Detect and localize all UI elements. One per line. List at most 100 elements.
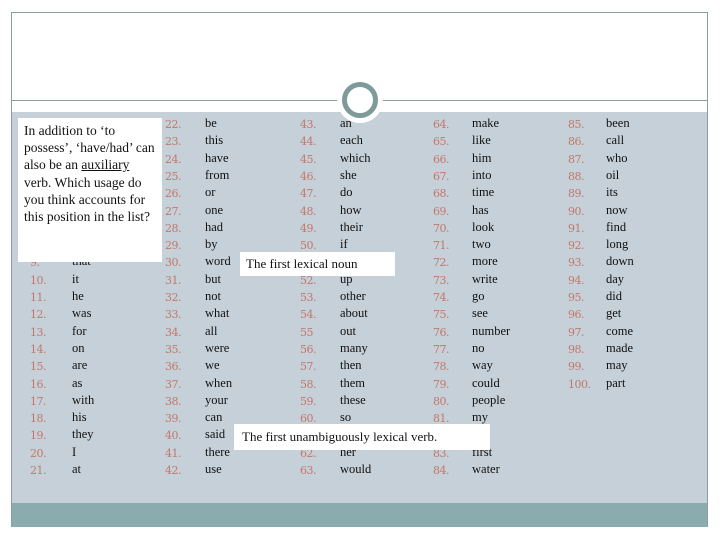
word-entry: made — [606, 340, 634, 355]
rank-number: 50. — [300, 239, 317, 253]
word-entry: two — [472, 237, 491, 252]
word-entry: which — [340, 150, 371, 165]
rank-number: 23. — [165, 135, 182, 149]
rank-number: 30. — [165, 256, 182, 270]
rank-number: 34. — [165, 325, 182, 339]
word-entry: he — [72, 289, 84, 303]
rank-number: 55 — [300, 325, 314, 339]
word-entry: for — [72, 323, 87, 338]
word-entry: make — [472, 116, 500, 130]
word-entry: down — [606, 254, 634, 269]
word-entry: call — [606, 133, 625, 148]
word-entry: come — [606, 323, 634, 338]
rank-number: 59. — [300, 394, 317, 408]
word-entry: no — [472, 340, 485, 355]
word-entry: she — [340, 167, 357, 182]
rank-number: 92. — [568, 239, 585, 253]
rank-number: 88. — [568, 169, 585, 183]
rank-number: 17. — [30, 394, 47, 408]
word-entry: I — [72, 444, 77, 459]
word-entry: would — [340, 462, 372, 476]
word-entry: my — [472, 410, 488, 425]
rank-number: 22. — [165, 118, 182, 131]
rank-number: 79. — [433, 377, 450, 391]
rank-number: 80. — [433, 394, 450, 408]
word-entry: this — [205, 133, 224, 148]
word-entry: them — [340, 375, 365, 390]
word-entry: one — [205, 202, 224, 217]
rank-number: 54. — [300, 308, 317, 322]
word-entry: their — [340, 219, 363, 234]
rank-number: 31. — [165, 273, 182, 287]
rank-number: 36. — [165, 360, 182, 374]
rank-number: 29. — [165, 239, 182, 253]
rank-number: 100. — [568, 377, 591, 391]
word-entry: word — [205, 254, 231, 269]
callout-first-lexical-noun: The first lexical noun — [240, 252, 395, 276]
word-entry: water — [472, 462, 500, 476]
rank-number: 89. — [568, 187, 585, 201]
callout-auxiliary-question: In addition to ‘to possess’, ‘have/had’ … — [18, 118, 162, 262]
rank-number: 40. — [165, 429, 182, 443]
word-entry: each — [340, 133, 363, 148]
rank-number: 91. — [568, 221, 585, 235]
word-entry: into — [472, 167, 492, 182]
word-entry: so — [340, 410, 352, 425]
word-entry: people — [472, 392, 506, 407]
word-entry: we — [205, 358, 220, 373]
rank-number: 90. — [568, 204, 585, 218]
rank-number: 42. — [165, 464, 182, 477]
rank-number: 12. — [30, 308, 47, 322]
word-entry: find — [606, 219, 627, 234]
word-entry: him — [472, 150, 492, 165]
rank-number: 64. — [433, 118, 450, 131]
word-entry: did — [606, 289, 622, 303]
word-entry: are — [72, 358, 88, 373]
word-entry: can — [205, 410, 223, 425]
rank-number: 41. — [165, 446, 182, 460]
word-entry: be — [205, 116, 217, 130]
rank-number: 15. — [30, 360, 47, 374]
rank-number: 86. — [568, 135, 585, 149]
rank-number: 44. — [300, 135, 317, 149]
rank-number: 95. — [568, 291, 585, 304]
word-entry: write — [472, 271, 498, 286]
rank-number: 75. — [433, 308, 450, 322]
rank-number: 78. — [433, 360, 450, 374]
rank-number: 21. — [30, 464, 47, 477]
word-entry: its — [606, 185, 618, 200]
rank-number: 47. — [300, 187, 317, 201]
word-entry: all — [205, 323, 218, 338]
rank-number: 68. — [433, 187, 450, 201]
rank-number: 24. — [165, 152, 182, 166]
rank-number: 65. — [433, 135, 450, 149]
rank-number: 49. — [300, 221, 317, 235]
callout-underlined-term: auxiliary — [81, 157, 130, 173]
word-entry: look — [472, 219, 495, 234]
rank-number: 48. — [300, 204, 317, 218]
rank-number: 25. — [165, 169, 182, 183]
rank-number: 56. — [300, 342, 317, 356]
word-entry: on — [72, 340, 85, 355]
word-entry: when — [205, 375, 233, 390]
word-entry: by — [205, 237, 218, 252]
word-entry: go — [472, 289, 485, 303]
footer-band — [12, 503, 707, 527]
word-entry: had — [205, 219, 224, 234]
word-entry: were — [205, 340, 230, 355]
rank-number: 98. — [568, 342, 585, 356]
rank-number: 32. — [165, 291, 182, 304]
circle-ornament-icon — [342, 82, 378, 118]
rank-number: 71. — [433, 239, 450, 253]
word-entry: day — [606, 271, 625, 286]
word-entry: like — [472, 133, 491, 148]
word-entry: been — [606, 116, 630, 130]
word-entry: as — [72, 375, 83, 390]
rank-number: 85. — [568, 118, 585, 131]
rank-number: 35. — [165, 342, 182, 356]
word-entry: then — [340, 358, 362, 373]
rank-number: 10. — [30, 273, 47, 287]
word-entry: or — [205, 185, 216, 200]
word-entry: how — [340, 202, 362, 217]
callout-text: verb. Which usage do you think accounts … — [24, 174, 151, 225]
